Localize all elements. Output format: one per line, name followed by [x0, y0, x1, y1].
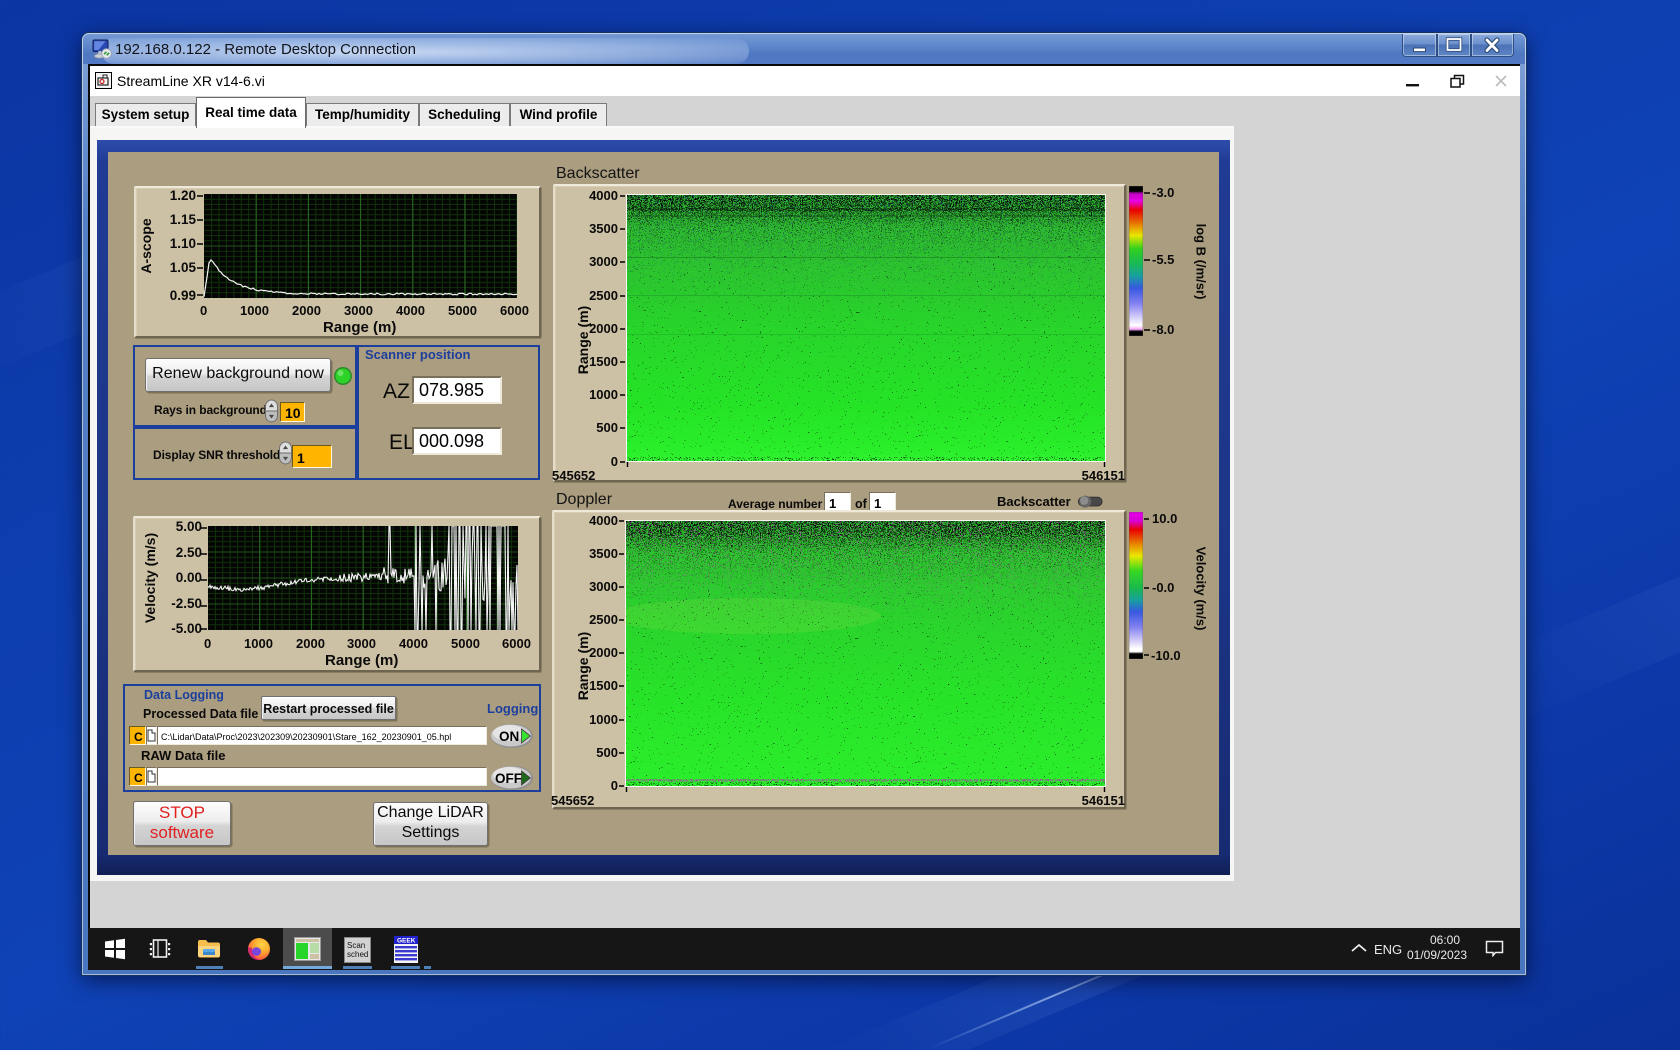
svg-text:sched: sched — [347, 950, 368, 959]
svg-text:GEEK: GEEK — [397, 938, 416, 945]
svg-text:OFF: OFF — [495, 771, 522, 786]
svg-text:ON: ON — [499, 729, 519, 744]
svg-text:Scan: Scan — [347, 941, 365, 950]
